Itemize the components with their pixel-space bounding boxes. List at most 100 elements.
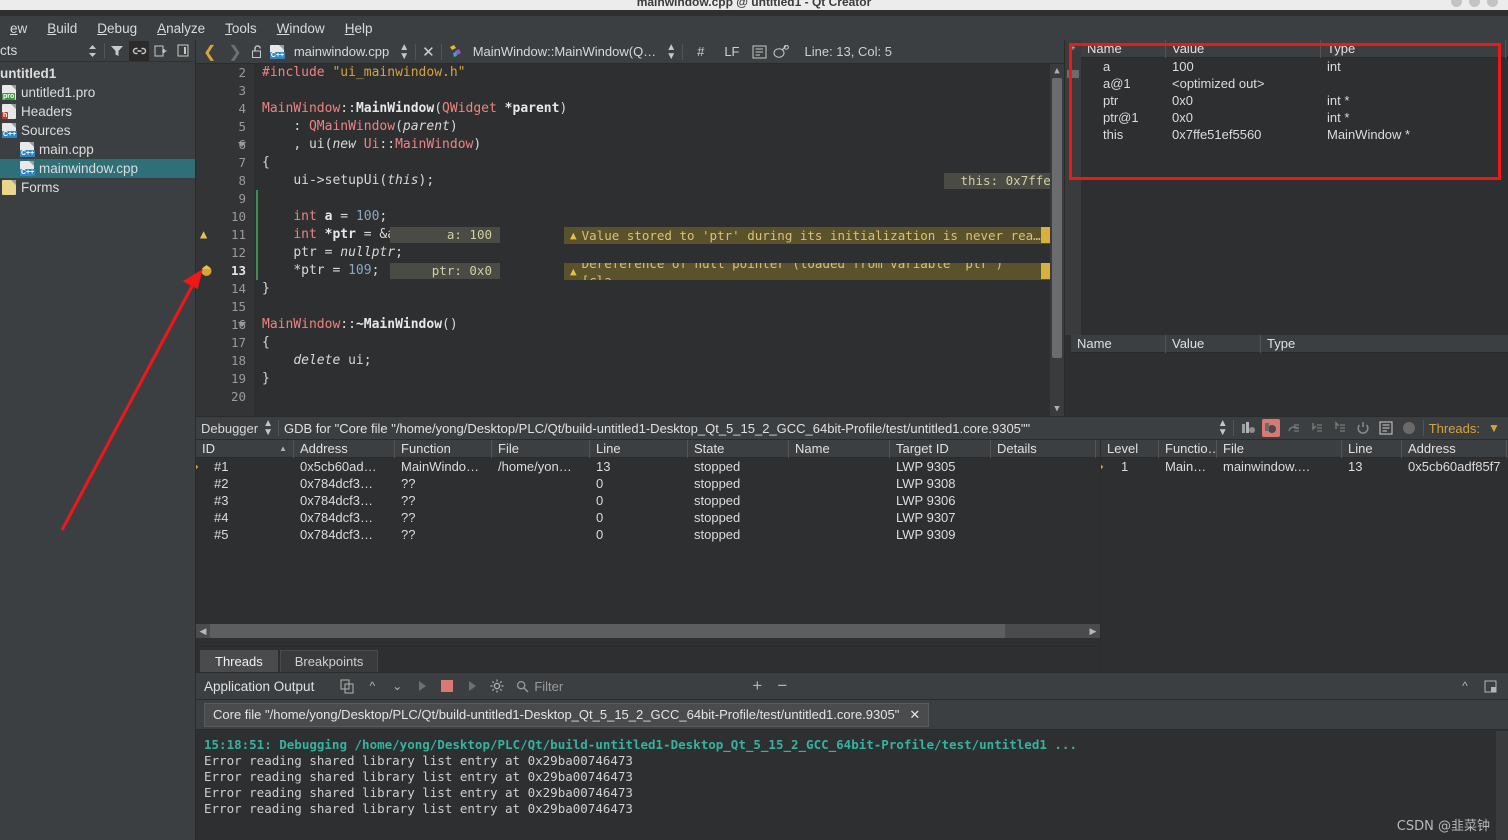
threads-row[interactable]: ➞#1 0x5cb60ad… MainWindo… /home/yon… 13 stopp…	[196, 458, 1100, 475]
debugger-view-tabs[interactable]: Threads Breakpoints	[196, 646, 1100, 672]
line-number-20[interactable]: 20	[196, 388, 254, 406]
threads-row[interactable]: #2 0x784dcf3…?? 0 stopped LWP 9308	[196, 475, 1100, 492]
threads-header-row[interactable]: ID ▲ Address Function File Line State Name Targe…	[196, 439, 1100, 458]
close-editor-icon[interactable]: ✕	[422, 43, 435, 61]
settings-icon[interactable]	[487, 676, 507, 696]
prev-item-icon[interactable]: ^	[362, 676, 382, 696]
scroll-up-arrow[interactable]: ▲	[1050, 64, 1064, 78]
warning-triangle-icon[interactable]: ▲	[200, 227, 207, 241]
threads-row[interactable]: #3 0x784dcf3…?? 0 stopped LWP 9306	[196, 492, 1100, 509]
tree-item-untitled1-pro[interactable]: pro untitled1.pro	[0, 83, 195, 102]
column-header-value[interactable]: Value	[1166, 334, 1261, 353]
sort-icon[interactable]	[82, 41, 102, 61]
filter-input[interactable]: Filter	[512, 676, 742, 696]
tree-item-forms[interactable]: Forms	[0, 178, 195, 197]
column-header-id[interactable]: ID ▲	[196, 439, 294, 458]
close-button[interactable]	[1487, 0, 1498, 7]
column-header-details[interactable]: Details	[991, 439, 1096, 458]
locals-rows[interactable]: a 100 int a@1 <optimized out> ptr 0x0 int * ptr@…	[1081, 58, 1508, 143]
column-header-name[interactable]: Name	[1071, 334, 1166, 353]
column-header-level[interactable]: Level	[1101, 439, 1159, 458]
editor-gutter[interactable]: 2 3 4 5 6 7 8 9 10 11 ▲ 12 13 14 15 16 17 18 19 20	[196, 64, 254, 416]
tree-item-untitled1[interactable]: untitled1	[0, 64, 195, 83]
symbol-combo[interactable]: MainWindow::MainWindow(Q…	[468, 43, 661, 60]
back-arrow-icon[interactable]: ❮	[200, 42, 219, 62]
minimize-button[interactable]	[1451, 0, 1462, 7]
text-wrap-icon[interactable]	[752, 45, 767, 59]
forward-arrow-icon[interactable]: ❯	[225, 42, 244, 62]
threads-rows[interactable]: ➞#1 0x5cb60ad… MainWindo… /home/yon… 13 stopp…	[196, 458, 1100, 543]
code-line[interactable]: *ptr = 109;	[262, 262, 379, 280]
step-over-icon[interactable]	[1285, 419, 1303, 437]
file-combo[interactable]: mainwindow.cpp	[289, 43, 394, 60]
tab-breakpoints[interactable]: Breakpoints	[279, 650, 379, 672]
link-icon[interactable]	[129, 40, 149, 61]
record-icon[interactable]	[1400, 419, 1418, 437]
output-tab[interactable]: Core file "/home/yong/Desktop/PLC/Qt/bui…	[204, 702, 930, 727]
line-number-3[interactable]: 3	[196, 82, 254, 100]
remove-output-button[interactable]: −	[772, 676, 792, 696]
code-line[interactable]: }	[262, 370, 270, 388]
unlock-icon[interactable]	[251, 44, 264, 59]
code-editor[interactable]: 2 3 4 5 6 7 8 9 10 11 ▲ 12 13 14 15 16 17 18 19 20 #include…	[196, 64, 1064, 416]
continue-icon[interactable]	[1239, 419, 1257, 437]
tree-item-main-cpp[interactable]: C++ main.cpp	[0, 140, 195, 159]
close-sidebar-icon[interactable]	[173, 41, 193, 61]
line-column-indicator-hash[interactable]: #	[689, 44, 712, 59]
instruction-view-icon[interactable]	[1377, 419, 1395, 437]
threads-combo-arrow[interactable]: ▼	[1485, 419, 1503, 437]
menu-item-debug[interactable]: Debug	[87, 19, 147, 38]
tree-item-mainwindow-cpp[interactable]: C++ mainwindow.cpp	[0, 159, 195, 178]
expressions-header-row[interactable]: Name Value Type	[1071, 334, 1508, 353]
code-line[interactable]: MainWindow::MainWindow(QWidget *parent)	[262, 100, 567, 118]
inline-warning[interactable]: ▲ Value stored to 'ptr' during its initia…	[564, 227, 1050, 244]
line-number-4[interactable]: 4	[196, 100, 254, 118]
code-line[interactable]: ui->setupUi(this);	[262, 172, 434, 190]
threads-hscrollbar[interactable]: ◀ ▶	[196, 624, 1100, 638]
menu-item-help[interactable]: Help	[335, 19, 383, 38]
column-header-name[interactable]: Name	[789, 439, 890, 458]
locals-scroll-thumb[interactable]	[1067, 70, 1079, 78]
scroll-down-arrow[interactable]: ▼	[1050, 402, 1064, 416]
locals-row[interactable]: a@1 <optimized out>	[1081, 75, 1508, 92]
code-line[interactable]: ptr = nullptr;	[262, 244, 403, 262]
code-line[interactable]: {	[262, 334, 270, 352]
column-header-functio-[interactable]: Functio…	[1159, 439, 1217, 458]
column-header-type[interactable]: Type	[1321, 39, 1506, 58]
stop-debugger-icon[interactable]	[1261, 419, 1280, 437]
locals-scrollbar[interactable]: +	[1065, 40, 1081, 335]
menu-item-tools[interactable]: Tools	[215, 19, 267, 38]
line-number-19[interactable]: 19	[196, 370, 254, 388]
run-icon[interactable]	[412, 676, 432, 696]
column-header-address[interactable]: Address	[1402, 439, 1507, 458]
copy-icon[interactable]	[337, 676, 357, 696]
column-header-file[interactable]: File	[492, 439, 590, 458]
code-line[interactable]: }	[262, 280, 270, 298]
next-item-icon[interactable]: ⌄	[387, 676, 407, 696]
gdb-combo-arrows[interactable]: ▲ ▼	[1218, 419, 1228, 438]
threads-scroll-left-arrow[interactable]: ◀	[196, 624, 210, 638]
line-number-5[interactable]: 5	[196, 118, 254, 136]
code-line[interactable]: int *ptr = &a;	[262, 226, 403, 244]
line-ending-label[interactable]: LF	[718, 44, 745, 59]
code-line[interactable]: int a = 100;	[262, 208, 387, 226]
line-number-9[interactable]: 9	[196, 190, 254, 208]
column-header-address[interactable]: Address	[294, 439, 395, 458]
line-number-7[interactable]: 7	[196, 154, 254, 172]
locals-row[interactable]: ptr 0x0 int *	[1081, 92, 1508, 109]
locals-row[interactable]: a 100 int	[1081, 58, 1508, 75]
line-number-14[interactable]: 14	[196, 280, 254, 298]
inline-warning[interactable]: ▲ Dereference of null pointer (loaded fro…	[564, 263, 1050, 280]
column-header-file[interactable]: File	[1217, 439, 1342, 458]
code-line[interactable]: {	[262, 154, 270, 172]
stack-header-row[interactable]: Level Functio… File Line Address	[1101, 439, 1508, 458]
column-header-state[interactable]: State	[688, 439, 789, 458]
tree-item-sources[interactable]: C++ Sources	[0, 121, 195, 140]
menu-item-build[interactable]: Build	[37, 19, 87, 38]
column-header-value[interactable]: Value	[1166, 39, 1321, 58]
line-number-10[interactable]: 10	[196, 208, 254, 226]
line-number-18[interactable]: 18	[196, 352, 254, 370]
line-number-8[interactable]: 8	[196, 172, 254, 190]
window-controls[interactable]	[1451, 0, 1498, 7]
chevron-up-icon[interactable]: ^	[1455, 676, 1475, 696]
